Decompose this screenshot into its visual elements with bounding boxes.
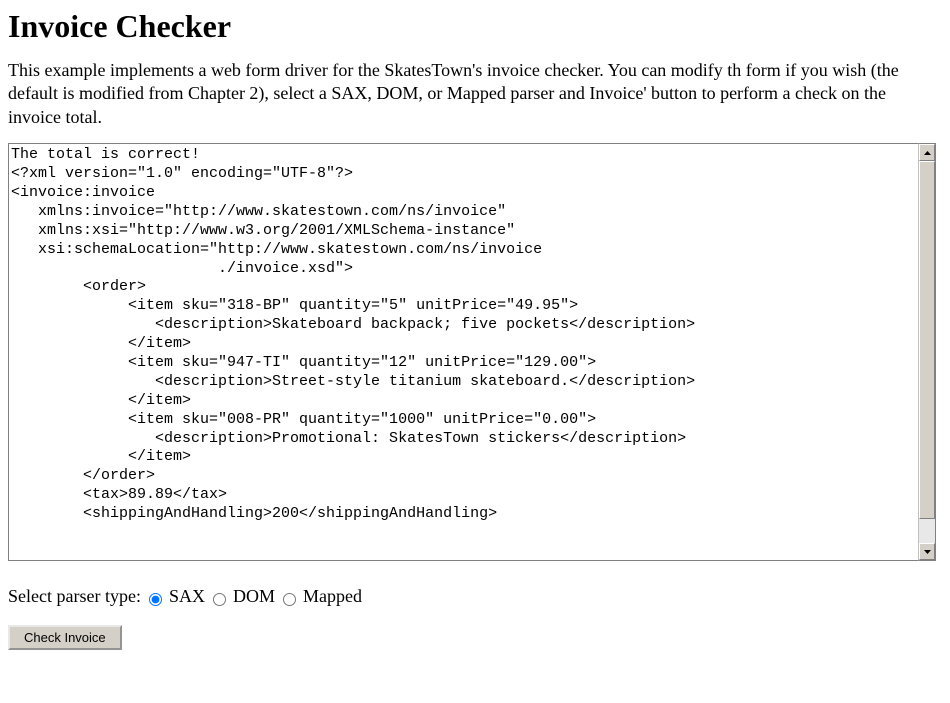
parser-label: Select parser type: [8, 586, 141, 606]
xml-output-textarea[interactable] [8, 143, 918, 561]
parser-radio-dom[interactable] [213, 593, 226, 606]
parser-option-sax-label: SAX [169, 586, 205, 606]
scroll-track[interactable] [919, 161, 935, 543]
scrollbar[interactable] [918, 143, 936, 561]
parser-option-dom-label: DOM [233, 586, 275, 606]
check-invoice-button[interactable]: Check Invoice [8, 625, 122, 650]
xml-output-container [8, 143, 918, 566]
scroll-down-button[interactable] [919, 543, 935, 560]
intro-text: This example implements a web form drive… [8, 59, 942, 129]
parser-radio-mapped[interactable] [283, 593, 296, 606]
scroll-up-button[interactable] [919, 144, 935, 161]
scroll-thumb[interactable] [919, 161, 935, 519]
page-title: Invoice Checker [8, 8, 942, 45]
parser-option-mapped-label: Mapped [303, 586, 362, 606]
parser-radio-sax[interactable] [149, 593, 162, 606]
parser-selection-row: Select parser type: SAX DOM Mapped [8, 586, 942, 607]
